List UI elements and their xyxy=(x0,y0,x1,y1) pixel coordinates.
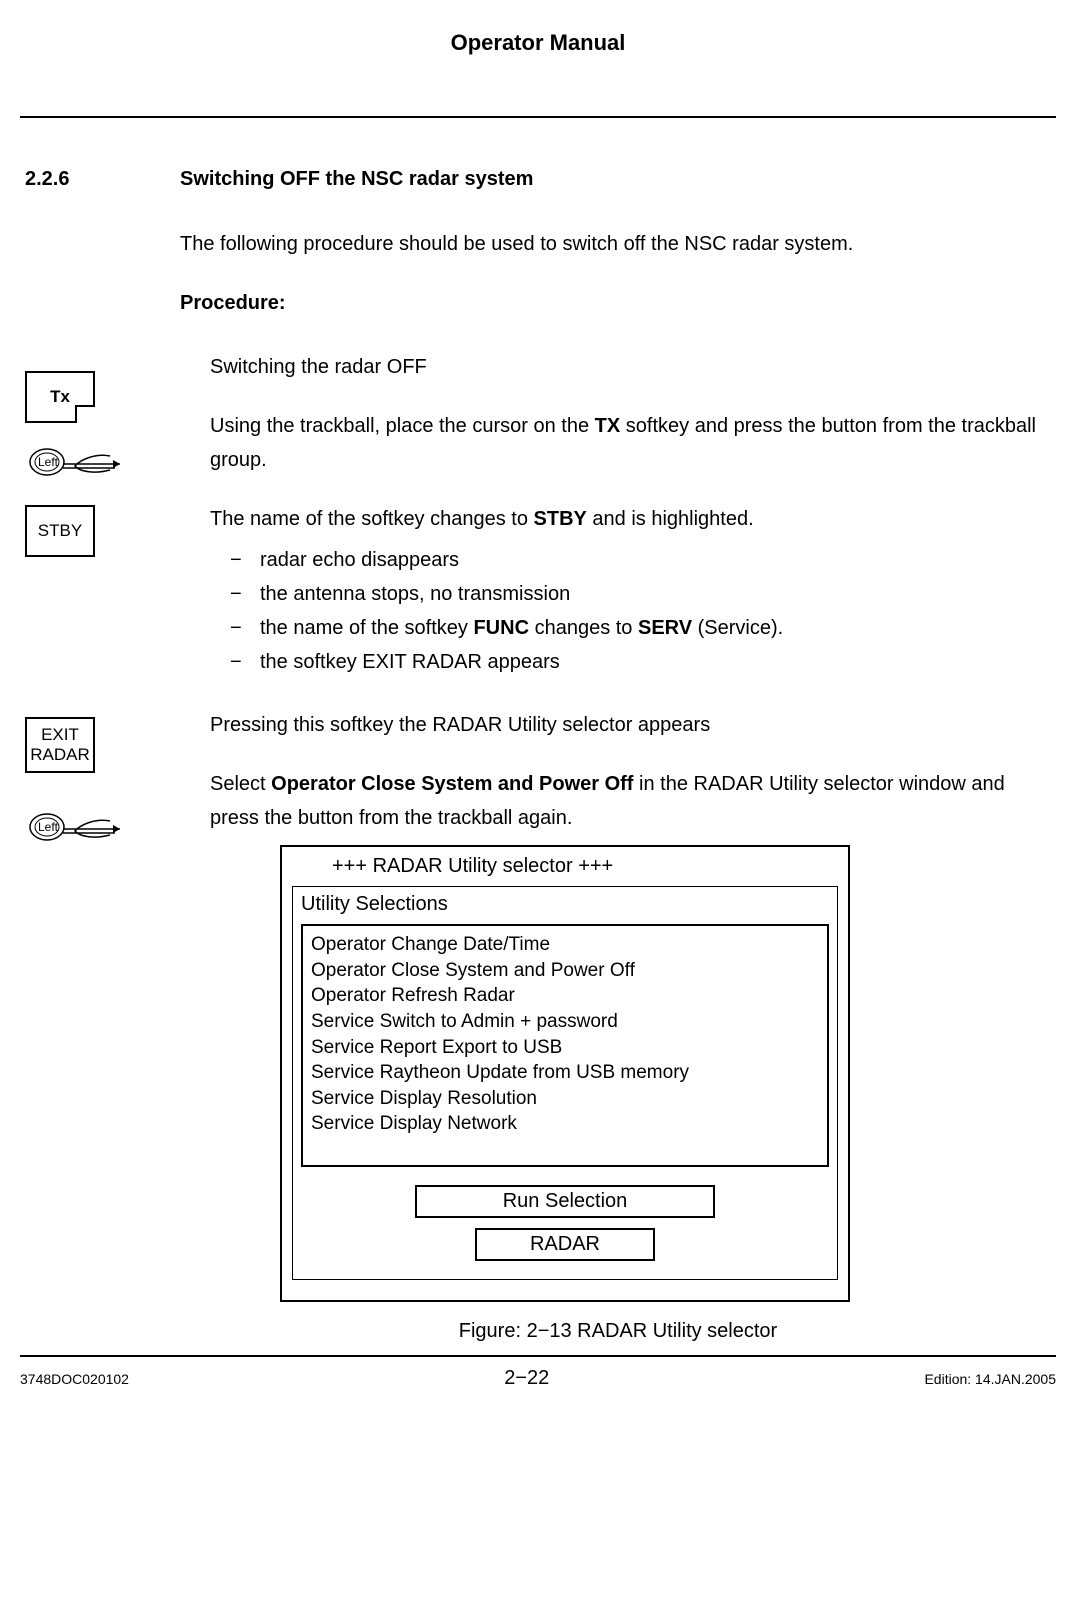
section-title: Switching OFF the NSC radar system xyxy=(180,168,1056,191)
step2-text-a: Using the trackball, place the cursor on… xyxy=(210,415,595,437)
bullet-list: −radar echo disappears −the antenna stop… xyxy=(180,544,1056,678)
step-1: Switching the radar OFF xyxy=(180,350,1056,384)
procedure-label: Procedure: xyxy=(180,292,1056,315)
figure-caption: Figure: 2−13 RADAR Utility selector xyxy=(180,1320,1056,1343)
dialog-inner-frame: Utility Selections Operator Change Date/… xyxy=(292,886,838,1280)
bullet-4-text: the softkey EXIT RADAR appears xyxy=(260,646,560,678)
step-2: Using the trackball, place the cursor on… xyxy=(180,409,1056,477)
step-4: Pressing this softkey the RADAR Utility … xyxy=(180,708,1056,742)
footer-page-number: 2−22 xyxy=(504,1367,549,1390)
tx-softkey[interactable]: Tx xyxy=(25,371,95,423)
page-footer: 3748DOC020102 2−22 Edition: 14.JAN.2005 xyxy=(20,1367,1056,1390)
footer-doc-number: 3748DOC020102 xyxy=(20,1371,129,1387)
bullet-4: −the softkey EXIT RADAR appears xyxy=(230,646,1056,678)
divider-bottom xyxy=(20,1355,1056,1357)
svg-text:Left: Left xyxy=(38,455,59,469)
dialog-subtitle: Utility Selections xyxy=(301,893,829,916)
step2-bold: TX xyxy=(595,415,621,437)
page-header-title: Operator Manual xyxy=(20,30,1056,56)
left-column: 2.2.6 Tx Left STBY EXIT RADAR xyxy=(20,168,180,1355)
step-5: Select Operator Close System and Power O… xyxy=(180,767,1056,835)
bullet-2: −the antenna stops, no transmission xyxy=(230,578,1056,610)
utility-selections-listbox[interactable]: Operator Change Date/Time Operator Close… xyxy=(301,924,829,1167)
divider-top xyxy=(20,116,1056,118)
list-item[interactable]: Service Raytheon Update from USB memory xyxy=(311,1060,819,1086)
bullet-2-text: the antenna stops, no transmission xyxy=(260,578,570,610)
bullet-1: −radar echo disappears xyxy=(230,544,1056,576)
section-number: 2.2.6 xyxy=(25,168,180,191)
list-item[interactable]: Operator Change Date/Time xyxy=(311,932,819,958)
list-item[interactable]: Operator Refresh Radar xyxy=(311,983,819,1009)
list-item[interactable]: Service Report Export to USB xyxy=(311,1035,819,1061)
dialog-buttons: Run Selection RADAR xyxy=(301,1185,829,1261)
exit-line2: RADAR xyxy=(30,745,90,765)
svg-text:Left: Left xyxy=(38,820,59,834)
content-area: 2.2.6 Tx Left STBY EXIT RADAR xyxy=(20,168,1056,1355)
step3-bold: STBY xyxy=(534,508,587,530)
run-selection-button[interactable]: Run Selection xyxy=(415,1185,715,1218)
bullet-1-text: radar echo disappears xyxy=(260,544,459,576)
step3-text-c: and is highlighted. xyxy=(587,508,754,530)
list-item[interactable]: Service Display Resolution xyxy=(311,1086,819,1112)
dialog-title: +++ RADAR Utility selector +++ xyxy=(292,855,838,878)
step5-text-a: Select xyxy=(210,773,271,795)
intro-paragraph: The following procedure should be used t… xyxy=(180,231,1056,257)
bullet-3: −the name of the softkey FUNC changes to… xyxy=(230,612,1056,644)
right-column: Switching OFF the NSC radar system The f… xyxy=(180,168,1056,1355)
radar-button[interactable]: RADAR xyxy=(475,1228,655,1261)
exit-radar-softkey[interactable]: EXIT RADAR xyxy=(25,717,95,773)
tx-softkey-group: Tx xyxy=(25,371,180,423)
list-item[interactable]: Operator Close System and Power Off xyxy=(311,958,819,984)
left-click-hand-icon-2: Left xyxy=(25,803,135,845)
exit-line1: EXIT xyxy=(41,725,79,745)
step-3: The name of the softkey changes to STBY … xyxy=(180,502,1056,536)
step3-text-a: The name of the softkey changes to xyxy=(210,508,534,530)
left-click-hand-icon: Left xyxy=(25,438,135,480)
list-item[interactable]: Service Display Network xyxy=(311,1111,819,1137)
stby-softkey[interactable]: STBY xyxy=(25,505,95,557)
bullet-3-text: the name of the softkey FUNC changes to … xyxy=(260,612,783,644)
step5-bold: Operator Close System and Power Off xyxy=(271,773,633,795)
footer-edition: Edition: 14.JAN.2005 xyxy=(924,1371,1056,1387)
list-item[interactable]: Service Switch to Admin + password xyxy=(311,1009,819,1035)
radar-utility-selector-dialog: +++ RADAR Utility selector +++ Utility S… xyxy=(280,845,850,1302)
